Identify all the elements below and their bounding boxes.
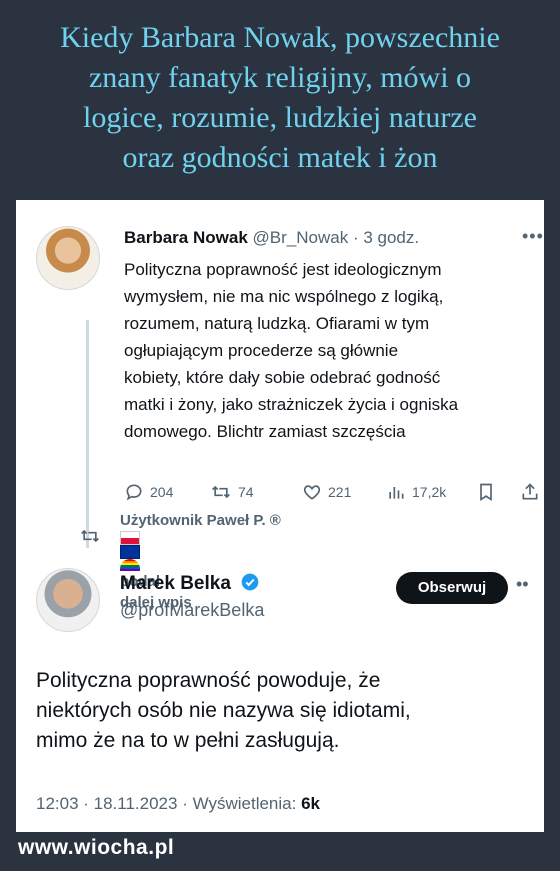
tweet-text: Polityczna poprawność powoduje, że niekt… <box>36 666 526 756</box>
tweet-screenshot-card: Barbara Nowak @Br_Nowak · 3 godz. ••• Po… <box>16 200 544 832</box>
follow-button[interactable]: Obserwuj <box>396 572 508 604</box>
poland-flag-icon <box>120 531 140 545</box>
author-name[interactable]: Marek Belka <box>120 573 231 594</box>
views-count: 6k <box>301 794 321 813</box>
tweet-text-line: niektórych osób nie nazywa się idiotami, <box>36 699 411 722</box>
share-button[interactable] <box>520 482 540 502</box>
title-line: oraz godności matek i żon <box>122 141 438 174</box>
title-line: znany fanatyk religijny, mówi o <box>88 61 472 94</box>
tweet-header: Barbara Nowak @Br_Nowak · 3 godz. <box>124 226 534 250</box>
author-name-row: Marek Belka <box>120 572 260 595</box>
reply-button[interactable]: 204 <box>124 482 173 502</box>
retweet-icon <box>212 485 230 499</box>
tweet-time[interactable]: · 3 godz. <box>353 228 419 247</box>
share-icon <box>522 483 538 500</box>
retweet-icon <box>81 529 99 543</box>
heart-icon <box>303 485 321 500</box>
thread-line <box>86 320 89 548</box>
tweet-text-line: mimo że na to w pełni zasługują. <box>36 729 340 752</box>
like-button[interactable]: 221 <box>302 482 351 502</box>
tweet-text: Polityczna poprawność jest ideologicznym… <box>124 256 539 445</box>
tweet-text-line: Polityczna poprawność powoduje, że <box>36 669 381 692</box>
tweet-text-line: wymysłem, nie ma nic wspólnego z logiką, <box>124 287 444 306</box>
tweet-text-line: ogłupiającym procederze są głównie <box>124 341 399 360</box>
title-line: logice, rozumie, ludzkiej naturze <box>83 101 477 134</box>
title-line: Kiedy Barbara Nowak, powszechnie <box>60 21 500 54</box>
views-button[interactable]: 17,2k <box>386 482 446 502</box>
site-watermark: www.wiocha.pl <box>18 836 175 859</box>
tweet-text-line: matki i żony, jako strażniczek życia i o… <box>124 395 459 414</box>
tweet-text-line: rozumem, naturą ludzką. Ofiarami w tym <box>124 314 430 333</box>
meme-title: Kiedy Barbara Nowak, powszechnie znany f… <box>0 18 560 178</box>
tweet-text-line: kobiety, które dały sobie odebrać godnoś… <box>124 368 441 387</box>
more-icon[interactable]: ••• <box>522 226 544 247</box>
avatar[interactable] <box>36 568 100 632</box>
reply-count: 204 <box>150 484 174 500</box>
tweet-timestamp[interactable]: 12:03 · 18.11.2023 · Wyświetlenia: <box>36 794 296 813</box>
reply-icon <box>126 484 142 501</box>
retweet-count: 74 <box>238 484 254 500</box>
retweet-button[interactable]: 74 <box>210 482 254 502</box>
views-chart-icon <box>389 487 404 499</box>
avatar[interactable] <box>36 226 100 290</box>
retweeter-name[interactable]: Użytkownik Paweł P. ® <box>120 512 281 529</box>
author-handle[interactable]: @profMarekBelka <box>120 600 264 621</box>
retweet-text: Użytkownik Paweł P. ® podał dalej wpis <box>120 510 281 613</box>
eu-flag-icon <box>120 545 140 559</box>
tweet-actions: 204 74 221 17,2k <box>124 482 544 506</box>
like-count: 221 <box>328 484 352 500</box>
bookmark-button[interactable] <box>476 482 496 502</box>
author-name[interactable]: Barbara Nowak <box>124 228 248 247</box>
author-handle[interactable]: @Br_Nowak <box>253 228 349 247</box>
views-count: 17,2k <box>412 484 447 500</box>
bookmark-icon <box>480 483 492 502</box>
rainbow-icon <box>120 559 140 571</box>
more-icon[interactable]: •• <box>516 574 529 595</box>
tweet-text-line: domowego. Blichtr zamiast szczęścia <box>124 422 406 441</box>
verified-badge-icon <box>241 573 259 591</box>
tweet-text-line: Polityczna poprawność jest ideologicznym <box>124 260 442 279</box>
tweet-meta: 12:03 · 18.11.2023 · Wyświetlenia: 6k <box>36 794 320 814</box>
